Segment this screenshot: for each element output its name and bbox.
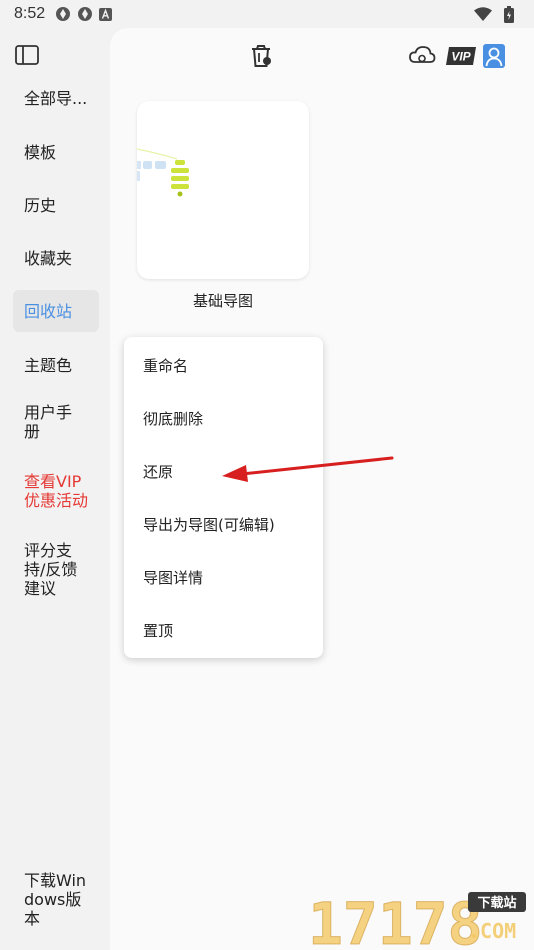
sidebar-item-favorites[interactable]: 收藏夹 — [13, 246, 99, 270]
notification-icon — [77, 6, 93, 22]
sidebar-toggle-icon[interactable] — [14, 44, 40, 66]
trash-icon[interactable] — [247, 42, 275, 70]
menu-item-delete-permanently[interactable]: 彻底删除 — [143, 408, 203, 429]
a-badge-icon — [99, 7, 113, 21]
sidebar-item-theme-color[interactable]: 主题色 — [13, 353, 99, 377]
sidebar-item-templates[interactable]: 模板 — [13, 140, 99, 164]
watermark-number: 17178 — [308, 890, 483, 950]
sidebar-item-download-windows[interactable]: 下载Windows版本 — [13, 870, 105, 928]
sidebar-item-rate-feedback[interactable]: 评分支持/反馈建议 — [13, 540, 97, 598]
vip-label: VIP — [451, 50, 471, 64]
mindmap-thumbnail — [137, 148, 189, 197]
cloud-sync-icon[interactable] — [408, 44, 436, 68]
vip-badge-icon[interactable]: VIP — [446, 47, 476, 65]
annotation-arrow — [222, 456, 394, 482]
user-avatar-icon[interactable] — [482, 42, 506, 70]
status-time: 8:52 — [14, 5, 46, 22]
context-menu: 重命名 彻底删除 还原 导出为导图(可编辑) 导图详情 置顶 — [124, 337, 323, 658]
menu-item-pin-to-top[interactable]: 置顶 — [143, 620, 173, 641]
menu-item-export-as-mindmap[interactable]: 导出为导图(可编辑) — [143, 514, 275, 535]
sidebar-item-history[interactable]: 历史 — [13, 193, 99, 217]
menu-item-map-details[interactable]: 导图详情 — [143, 567, 203, 588]
watermark-domain: .COM — [468, 919, 516, 943]
sidebar-item-recycle-bin[interactable]: 回收站 — [13, 290, 99, 332]
sidebar-item-all-maps[interactable]: 全部导... — [13, 86, 99, 110]
sidebar-item-vip-offers[interactable]: 查看VIP优惠活动 — [13, 462, 105, 520]
status-bar: 8:52 — [0, 0, 534, 28]
mindmap-card-title[interactable]: 基础导图 — [137, 290, 309, 311]
watermark-badge: 下载站 — [477, 895, 516, 911]
sidebar-item-user-manual[interactable]: 用户手册 — [13, 402, 91, 442]
battery-icon — [504, 5, 514, 23]
site-watermark-logo: 17178 下载站 .COM — [308, 890, 526, 950]
mindmap-card[interactable] — [137, 101, 309, 279]
wifi-icon — [474, 7, 492, 21]
menu-item-rename[interactable]: 重命名 — [143, 355, 188, 376]
notification-icon — [55, 6, 71, 22]
sidebar: 全部导... 模板 历史 收藏夹 回收站 主题色 用户手册 查看VIP优惠活动 … — [0, 28, 110, 950]
